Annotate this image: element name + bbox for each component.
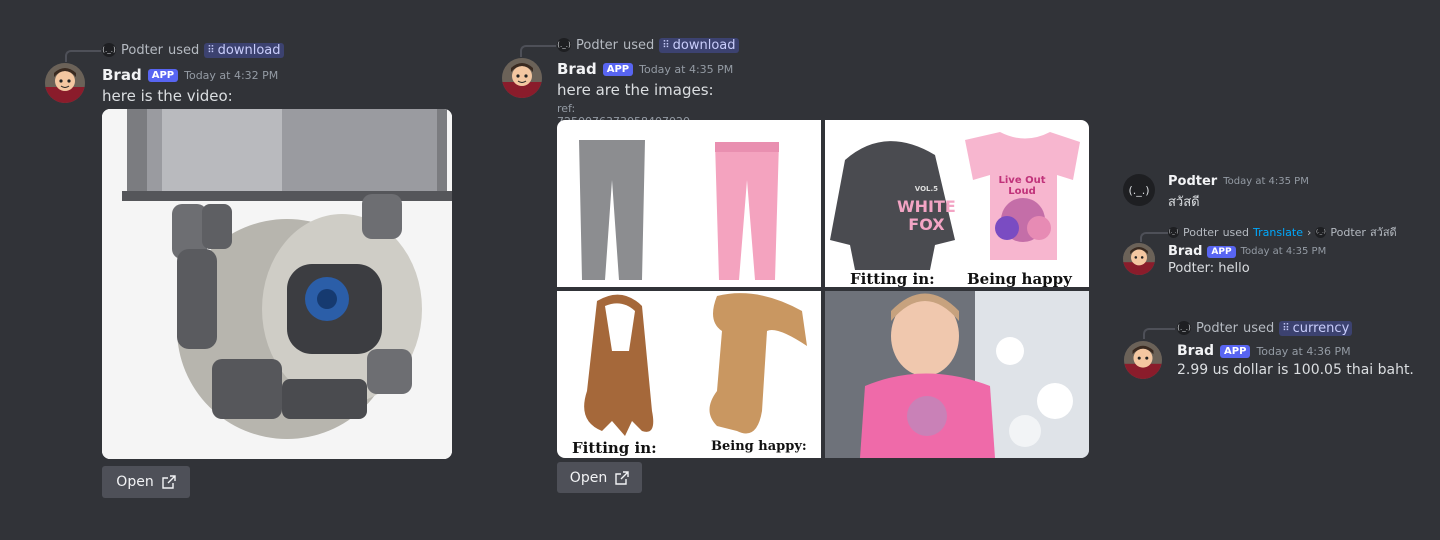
message-header: Brad APP Today at 4:35 PM xyxy=(1168,244,1326,259)
app-badge: APP xyxy=(1207,245,1236,258)
command-name: currency xyxy=(1292,320,1350,336)
hoodie-shirt-image xyxy=(830,132,1080,270)
open-label: Open xyxy=(116,474,154,490)
open-button[interactable]: Open xyxy=(557,462,642,493)
command-user[interactable]: Podter xyxy=(121,43,163,58)
command-user[interactable]: Podter xyxy=(1183,226,1219,239)
brad-avatar-image xyxy=(502,58,542,98)
external-link-icon xyxy=(615,470,629,485)
timestamp[interactable]: Today at 4:35 PM xyxy=(1223,176,1309,187)
reply-connector xyxy=(520,45,556,57)
podter-mini-avatar: (._.) xyxy=(102,43,116,57)
command-user[interactable]: Podter xyxy=(1196,321,1238,336)
used-label: used xyxy=(168,42,200,58)
command-usage[interactable]: (._.) Podter used ⠿ download xyxy=(557,37,739,53)
command-pill[interactable]: ⠿ download xyxy=(659,37,739,53)
reply-connector xyxy=(1143,328,1175,339)
message-text: here are the images: xyxy=(557,81,714,99)
message-header: Brad APP Today at 4:32 PM xyxy=(102,66,278,84)
timestamp[interactable]: Today at 4:35 PM xyxy=(1241,246,1327,257)
image-hoodie-shirt[interactable]: VOL.5 WHITE FOX Live Out Loud Fitting in… xyxy=(825,120,1089,287)
hoodie-line2: FOX xyxy=(908,215,945,234)
brad-avatar-image xyxy=(1124,341,1162,379)
open-label: Open xyxy=(569,469,608,486)
author-name[interactable]: Brad xyxy=(1168,244,1202,259)
command-usage[interactable]: (._.) Podter used ⠿ currency xyxy=(1177,320,1353,336)
brad-avatar[interactable] xyxy=(1123,243,1155,275)
podter-mini-avatar: (._.) xyxy=(1168,226,1179,238)
hoodie-line1: WHITE xyxy=(897,197,956,216)
reply-connector xyxy=(1140,232,1168,242)
podter-mini-avatar: (._.) xyxy=(1315,226,1327,238)
app-badge: APP xyxy=(147,68,179,82)
reply-connector xyxy=(65,50,101,62)
image-girl-video-frame[interactable] xyxy=(825,291,1089,458)
command-icon: ⠿ xyxy=(662,39,670,51)
message-text: สวัสดี xyxy=(1168,195,1200,210)
command-name: download xyxy=(217,42,281,58)
message-text: 2.99 us dollar is 100.05 thai baht. xyxy=(1177,362,1414,378)
brad-avatar-image xyxy=(1123,243,1155,275)
command-pill[interactable]: ⠿ currency xyxy=(1279,320,1353,336)
app-badge: APP xyxy=(1220,344,1251,358)
video-attachment[interactable] xyxy=(102,109,452,459)
command-usage[interactable]: (._.) Podter used ⠿ download xyxy=(102,42,284,58)
brad-avatar-image xyxy=(45,63,85,103)
caption-being-happy: Being happy xyxy=(967,270,1072,287)
video-thumbnail xyxy=(102,109,452,459)
timestamp[interactable]: Today at 4:35 PM xyxy=(639,63,733,76)
caption-fitting-in: Fitting in: xyxy=(572,439,657,457)
chevron-right-icon: › xyxy=(1306,225,1312,239)
used-label: used xyxy=(1243,320,1275,336)
message-header: Brad APP Today at 4:35 PM xyxy=(557,60,733,78)
author-name[interactable]: Podter xyxy=(1168,174,1217,189)
command-icon: ⠿ xyxy=(1282,322,1290,334)
tee-graphic-text: Live Out Loud xyxy=(998,175,1046,197)
girl-image xyxy=(825,291,1089,458)
author-name[interactable]: Brad xyxy=(1177,343,1214,359)
caption-being-happy: Being happy: xyxy=(711,439,807,454)
app-badge: APP xyxy=(602,62,634,76)
sweatpants-image xyxy=(579,140,779,280)
caption-fitting-in: Fitting in: xyxy=(850,270,935,287)
author-name[interactable]: Brad xyxy=(557,60,597,78)
hoodie-graphic-text: VOL.5 WHITE FOX xyxy=(897,180,956,234)
hair-image xyxy=(584,293,807,436)
command-pill[interactable]: ⠿ download xyxy=(204,42,284,58)
used-label: used xyxy=(623,37,655,53)
brad-avatar[interactable] xyxy=(502,58,542,98)
message-text: Podter: hello xyxy=(1168,261,1250,276)
podter-mini-avatar: (._.) xyxy=(1177,321,1191,335)
command-usage[interactable]: (._.) Podter used Translate › (._.) Podt… xyxy=(1168,225,1397,239)
podter-avatar[interactable]: (._.) xyxy=(1123,174,1155,206)
image-hair[interactable]: Fitting in: Being happy: xyxy=(557,291,821,458)
podter-mini-avatar: (._.) xyxy=(557,38,571,52)
brad-avatar[interactable] xyxy=(1124,341,1162,379)
command-user[interactable]: Podter xyxy=(576,38,618,53)
used-label: used xyxy=(1222,225,1250,239)
target-user[interactable]: Podter xyxy=(1330,226,1366,239)
message-header: Brad APP Today at 4:36 PM xyxy=(1177,343,1351,359)
message-header: Podter Today at 4:35 PM xyxy=(1168,174,1309,189)
brad-avatar[interactable] xyxy=(45,63,85,103)
timestamp[interactable]: Today at 4:32 PM xyxy=(184,69,278,82)
image-sweatpants[interactable] xyxy=(557,120,821,287)
command-name[interactable]: Translate xyxy=(1253,226,1303,239)
external-link-icon xyxy=(162,475,176,489)
command-icon: ⠿ xyxy=(207,44,215,56)
target-text: สวัสดี xyxy=(1369,226,1397,239)
message-text: here is the video: xyxy=(102,87,233,105)
command-name: download xyxy=(672,37,736,53)
author-name[interactable]: Brad xyxy=(102,66,142,84)
open-button[interactable]: Open xyxy=(102,466,190,498)
timestamp[interactable]: Today at 4:36 PM xyxy=(1256,345,1350,358)
hoodie-top-text: VOL.5 xyxy=(914,185,939,193)
